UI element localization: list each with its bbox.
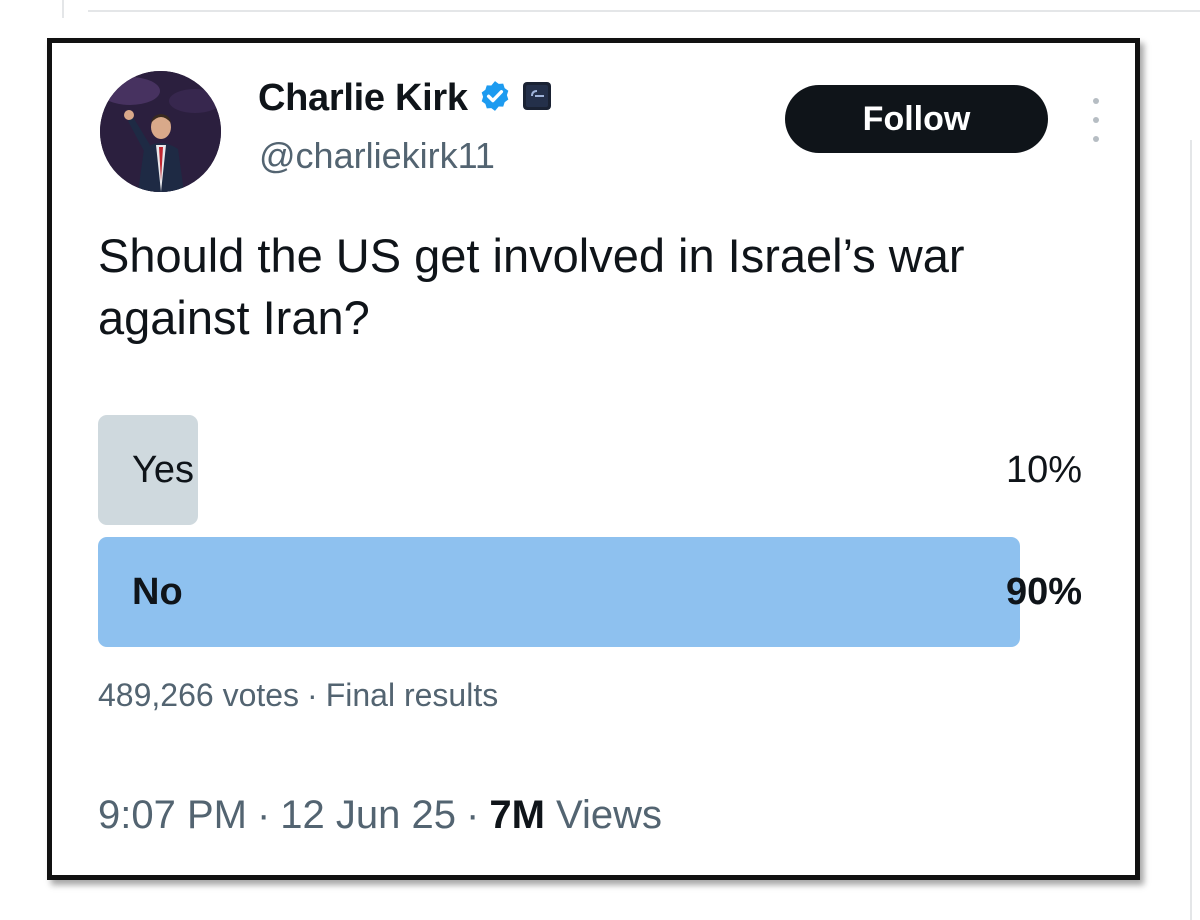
avatar-photo [100,71,221,192]
background-divider [1190,140,1192,920]
poll-option-no: No 90% [98,537,1082,647]
author-handle[interactable]: @charliekirk11 [259,135,495,177]
poll-bar-no [98,537,1020,647]
views-count: 7M [489,793,545,837]
poll-option-label: No [132,571,183,613]
views[interactable]: 7M Views [489,793,662,838]
more-dot [1093,136,1099,142]
poll: Yes 10% No 90% [98,415,1082,659]
poll-status: Final results [325,677,499,713]
poll-meta: 489,266 votes · Final results [98,677,498,714]
dot-separator: · [307,677,318,713]
tweet-time[interactable]: 9:07 PM [98,793,247,838]
background-divider [62,0,64,18]
tweet-timestamp: 9:07 PM · 12 Jun 25 · 7M Views [98,793,662,838]
affiliate-badge-icon[interactable] [522,81,552,116]
display-name[interactable]: Charlie Kirk [258,77,468,120]
verified-badge-icon [478,79,512,118]
poll-option-percent: 90% [1005,571,1082,613]
more-options-icon[interactable] [1088,98,1104,142]
poll-option-percent: 10% [1005,449,1082,491]
more-dot [1093,98,1099,104]
tweet-card: Charlie Kirk @charliekirk11 Follow Shoul… [47,38,1140,880]
views-label: Views [556,793,663,837]
more-dot [1093,117,1099,123]
avatar[interactable] [100,71,221,192]
poll-option-yes: Yes 10% [98,415,1082,525]
author-name-row: Charlie Kirk [258,77,552,120]
background-divider [88,10,1200,12]
tweet-date[interactable]: 12 Jun 25 [280,793,456,838]
poll-votes: 489,266 votes [98,677,300,713]
tweet-text: Should the US get involved in Israel’s w… [98,229,965,344]
dot-separator: · [466,793,480,837]
poll-option-label: Yes [132,449,194,491]
dot-separator: · [256,793,271,837]
follow-button[interactable]: Follow [785,85,1048,153]
